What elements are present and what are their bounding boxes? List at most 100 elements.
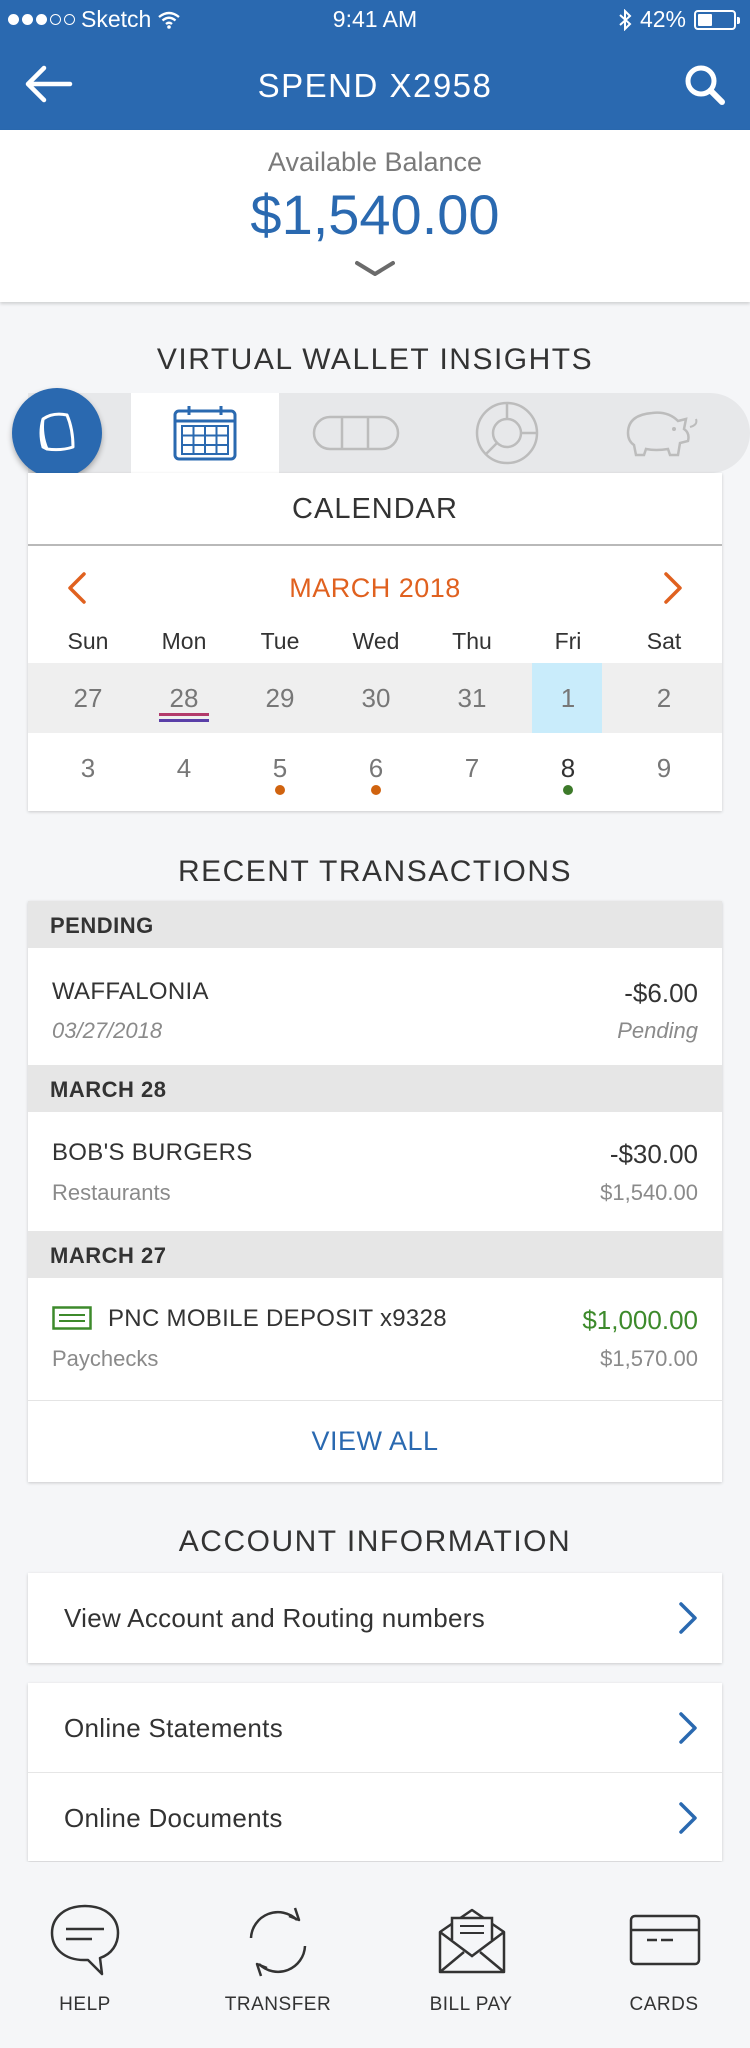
credit-card-icon — [629, 1914, 701, 1966]
transaction-category: Paychecks — [52, 1346, 159, 1371]
chevron-right-icon — [679, 1712, 697, 1744]
calendar-day[interactable]: 7 — [424, 753, 520, 784]
calendar-day[interactable]: 29 — [232, 683, 328, 714]
balance-amount: $1,540.00 — [250, 183, 500, 246]
chevron-right-icon — [679, 1802, 697, 1834]
weekday-label: Sun — [67, 628, 109, 654]
tab-cards-label: CARDS — [629, 1994, 699, 2015]
calendar-day[interactable]: 6 — [328, 753, 424, 784]
calendar-day[interactable]: 2 — [616, 683, 712, 714]
transaction-row[interactable]: WAFFALONIA 03/27/2018 -$6.00 Pending — [28, 948, 722, 1065]
transaction-amount: -$6.00 — [624, 978, 698, 1008]
weekday-label: Wed — [352, 628, 400, 654]
transaction-group-header: MARCH 28 — [28, 1065, 722, 1112]
tab-bill-pay-label: BILL PAY — [429, 1994, 513, 2015]
chevron-down-icon[interactable] — [355, 260, 395, 278]
weekday-label: Fri — [554, 628, 582, 654]
chevron-right-icon — [679, 1602, 697, 1634]
pill-toggle-icon — [312, 415, 400, 451]
transaction-group-header: PENDING — [28, 901, 722, 948]
weekday-label: Sat — [646, 628, 682, 654]
transaction-dot — [371, 785, 381, 795]
wallet-icon — [39, 412, 75, 452]
transaction-dot — [275, 785, 285, 795]
account-routing-label: View Account and Routing numbers — [64, 1603, 486, 1633]
calendar-day[interactable]: 30 — [328, 683, 424, 714]
transaction-status: Pending — [617, 1018, 698, 1043]
check-deposit-icon — [52, 1306, 92, 1330]
transaction-category: Restaurants — [52, 1180, 171, 1205]
calendar-month: MARCH 2018 — [289, 573, 461, 603]
calendar-week: 27 28 29 30 31 1 2 — [28, 663, 722, 733]
transactions-card: PENDING WAFFALONIA 03/27/2018 -$6.00 Pen… — [28, 901, 722, 1482]
transaction-amount: $1,000.00 — [582, 1305, 698, 1335]
search-icon[interactable] — [682, 62, 728, 108]
online-documents-link[interactable]: Online Documents — [28, 1773, 722, 1863]
battery-percent: 42% — [639, 6, 686, 32]
running-balance: $1,540.00 — [600, 1180, 698, 1205]
calendar-icon — [173, 406, 237, 461]
transaction-dot — [563, 785, 573, 795]
transaction-name: PNC MOBILE DEPOSIT x9328 — [108, 1305, 447, 1332]
running-balance: $1,570.00 — [600, 1346, 698, 1371]
account-info-title: ACCOUNT INFORMATION — [178, 1525, 572, 1558]
transaction-name: WAFFALONIA — [52, 978, 209, 1005]
transaction-row[interactable]: PNC MOBILE DEPOSIT x9328 Paychecks $1,00… — [28, 1278, 722, 1400]
calendar-day[interactable]: 5 — [232, 753, 328, 784]
calendar-day[interactable]: 27 — [40, 683, 136, 714]
calendar-day[interactable]: 3 — [40, 753, 136, 784]
transaction-amount: -$30.00 — [609, 1139, 698, 1169]
calendar-day[interactable]: 1 — [520, 683, 616, 714]
calendar-week: 3 4 5 6 7 8 9 — [28, 733, 722, 803]
online-statements-link[interactable]: Online Statements — [28, 1683, 722, 1773]
transaction-row[interactable]: BOB'S BURGERS Restaurants -$30.00 $1,540… — [28, 1112, 722, 1231]
bluetooth-icon — [619, 8, 632, 31]
bottom-tab-bar: HELP TRANSFER BILL PAY CARDS — [0, 1862, 750, 2048]
transaction-date: 03/27/2018 — [52, 1018, 163, 1043]
battery-icon — [694, 9, 740, 30]
event-underline — [159, 713, 209, 716]
calendar-day[interactable]: 28 — [136, 683, 232, 714]
online-documents-label: Online Documents — [64, 1803, 283, 1833]
insights-tabs — [28, 393, 750, 473]
transfer-icon — [249, 1907, 307, 1977]
view-all-button[interactable]: VIEW ALL — [28, 1400, 722, 1482]
calendar-day[interactable]: 9 — [616, 753, 712, 784]
documents-card: Online Statements Online Documents — [28, 1683, 722, 1861]
calendar-day[interactable]: 31 — [424, 683, 520, 714]
status-bar: Sketch 9:41 AM 42% — [0, 0, 750, 40]
tab-spending-chart[interactable] — [433, 393, 581, 473]
calendar-day-today[interactable]: 8 — [520, 753, 616, 784]
online-statements-label: Online Statements — [64, 1713, 283, 1743]
tab-calendar[interactable] — [131, 393, 279, 473]
event-underline — [159, 719, 209, 722]
weekday-label: Mon — [161, 628, 207, 654]
tab-pill-toggle[interactable] — [282, 393, 430, 473]
page-title: SPEND X2958 — [257, 67, 493, 104]
tab-savings[interactable] — [584, 393, 732, 473]
transaction-group-header: MARCH 27 — [28, 1231, 722, 1278]
calendar-header: CALENDAR — [28, 473, 722, 546]
account-routing-link[interactable]: View Account and Routing numbers — [28, 1573, 722, 1663]
tab-cards[interactable]: CARDS — [589, 1862, 739, 2048]
transaction-name: BOB'S BURGERS — [52, 1139, 253, 1166]
calendar-card: CALENDAR MARCH 2018 Sun Mon Tue Wed Thu … — [28, 473, 722, 811]
calendar-weekdays: Sun Mon Tue Wed Thu Fri Sat — [28, 628, 722, 658]
wallet-button[interactable] — [12, 388, 102, 478]
envelope-bill-icon — [438, 1908, 506, 1974]
insights-title: VIRTUAL WALLET INSIGHTS — [156, 343, 594, 376]
donut-chart-icon — [475, 401, 539, 465]
balance-label: Available Balance — [267, 147, 483, 177]
calendar-day[interactable]: 4 — [136, 753, 232, 784]
chat-bubble-icon — [50, 1904, 120, 1976]
tab-help[interactable]: HELP — [10, 1862, 160, 2048]
routing-card: View Account and Routing numbers — [28, 1573, 722, 1663]
chevron-right-icon[interactable] — [652, 568, 692, 608]
nav-bar: SPEND X2958 — [0, 40, 750, 130]
tab-bill-pay[interactable]: BILL PAY — [396, 1862, 546, 2048]
piggy-bank-icon — [626, 411, 698, 457]
weekday-label: Thu — [452, 628, 492, 654]
tab-help-label: HELP — [59, 1994, 111, 2015]
tab-transfer[interactable]: TRANSFER — [203, 1862, 353, 2048]
weekday-label: Tue — [260, 628, 300, 654]
